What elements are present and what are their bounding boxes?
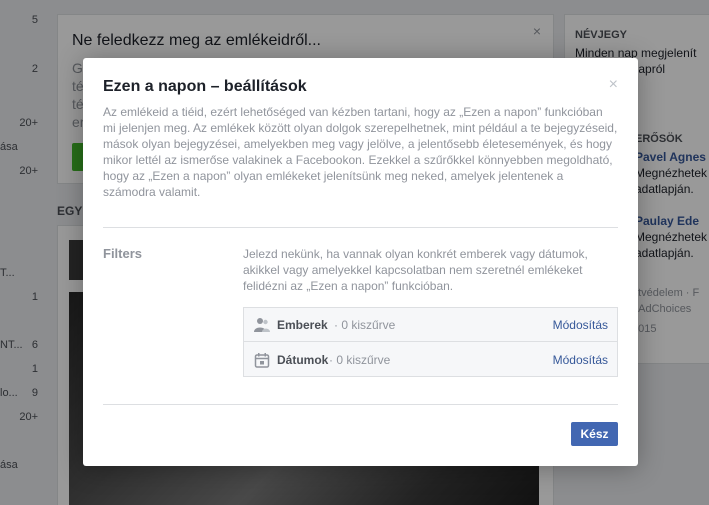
settings-dialog: Ezen a napon – beállítások × Az emlékeid… xyxy=(83,58,638,466)
filters-label: Filters xyxy=(103,246,143,261)
done-button[interactable]: Kész xyxy=(571,422,618,446)
divider xyxy=(103,227,618,228)
calendar-icon xyxy=(254,353,270,368)
divider xyxy=(103,404,618,405)
filter-name: Emberek xyxy=(277,318,328,332)
filter-count: · 0 kiszűrve xyxy=(329,353,391,367)
filters-list: Emberek · 0 kiszűrve Módosítás Dátumok ·… xyxy=(243,307,618,377)
filter-row-people: Emberek · 0 kiszűrve Módosítás xyxy=(244,308,617,342)
edit-people-filter-link[interactable]: Módosítás xyxy=(553,318,608,332)
edit-dates-filter-link[interactable]: Módosítás xyxy=(553,353,608,367)
filter-row-dates: Dátumok · 0 kiszűrve Módosítás xyxy=(244,343,617,377)
filters-description: Jelezd nekünk, ha vannak olyan konkrét e… xyxy=(243,247,588,293)
filter-name: Dátumok xyxy=(277,353,329,367)
dialog-description: Az emlékeid a tiéid, ezért lehetőséged v… xyxy=(103,105,618,199)
people-icon xyxy=(254,318,270,332)
close-icon[interactable]: × xyxy=(609,76,618,94)
filter-count: · 0 kiszűrve xyxy=(334,318,396,332)
dialog-title: Ezen a napon – beállítások xyxy=(103,78,307,95)
